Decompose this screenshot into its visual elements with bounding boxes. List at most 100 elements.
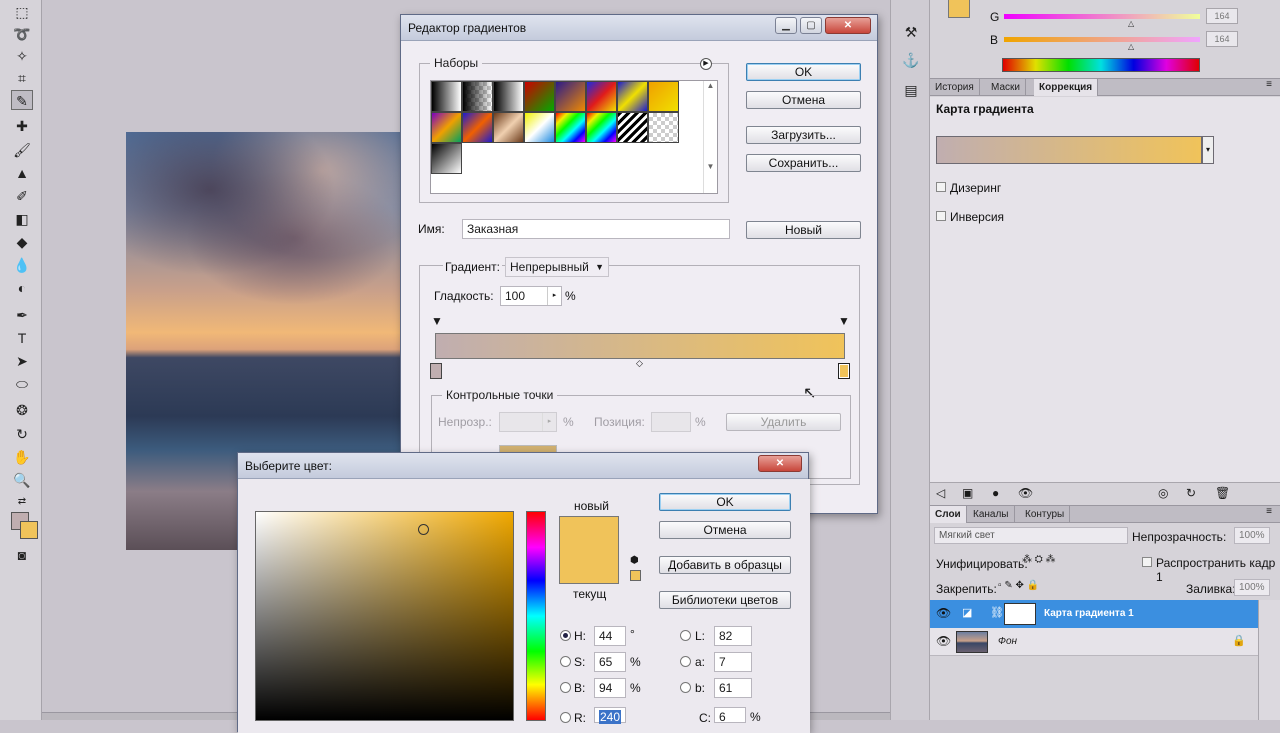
layer-mask-thumbnail[interactable] <box>1004 603 1036 625</box>
preset-swatch[interactable] <box>648 81 679 112</box>
s-input[interactable]: 65 <box>594 652 626 672</box>
radio-l[interactable] <box>680 630 691 641</box>
color-b-value[interactable]: 164 <box>1206 31 1238 47</box>
history-brush-tool-icon[interactable]: ✐ <box>11 186 33 206</box>
unify-icons[interactable]: ⁂ ⛭ ⁂ <box>1022 554 1056 565</box>
layers-scrollbar[interactable] <box>1258 600 1280 720</box>
ellipse-tool-icon[interactable]: ⬭ <box>11 374 33 394</box>
blend-mode-select[interactable]: Мягкий свет <box>934 527 1128 544</box>
ok-button[interactable]: OK <box>746 63 861 81</box>
hue-slider[interactable] <box>526 511 546 721</box>
load-button[interactable]: Загрузить... <box>746 126 861 144</box>
color-picker-circle-icon[interactable] <box>418 524 429 535</box>
color-spectrum-bar[interactable] <box>1002 58 1200 72</box>
preset-swatch[interactable] <box>524 81 555 112</box>
radio-lab-b[interactable] <box>680 682 691 693</box>
dithering-checkbox[interactable] <box>936 182 946 192</box>
name-input[interactable]: Заказная <box>462 219 730 239</box>
blur-tool-icon[interactable]: 💧 <box>11 255 33 275</box>
path-selection-tool-icon[interactable]: ➤ <box>11 351 33 371</box>
radio-a[interactable] <box>680 656 691 667</box>
preset-swatch[interactable] <box>493 112 524 143</box>
opacity-stop-right-icon[interactable]: ▼ <box>838 315 850 329</box>
tab-paths[interactable]: Контуры <box>1020 506 1071 523</box>
layer-row-gradient-map[interactable]: 👁 ◪ ⛓ Карта градиента 1 <box>930 600 1258 628</box>
layer-visibility-eye-icon[interactable]: 👁 <box>936 606 951 620</box>
visibility-eye-icon[interactable]: 👁 <box>1018 486 1033 500</box>
presets-menu-icon[interactable]: ▶ <box>700 58 712 70</box>
type-tool-icon[interactable]: T <box>11 328 33 348</box>
cube-icon[interactable]: ⬢ <box>630 555 639 566</box>
hand-tool-icon[interactable]: ✋ <box>11 447 33 467</box>
color-g-thumb-icon[interactable]: △ <box>1128 19 1134 28</box>
cancel-button[interactable]: Отмена <box>659 521 791 539</box>
close-icon[interactable]: ✕ <box>758 455 802 472</box>
color-g-track[interactable] <box>1004 14 1200 19</box>
fill-input[interactable]: 100% <box>1234 579 1270 596</box>
color-b-thumb-icon[interactable]: △ <box>1128 42 1134 51</box>
delete-adjustment-icon[interactable]: 🗑 <box>1215 486 1230 500</box>
gradient-editor-titlebar[interactable]: Редактор градиентов ▁ ▢ ✕ <box>401 15 877 41</box>
stop-position-input[interactable] <box>651 412 691 432</box>
gradient-type-select[interactable]: Непрерывный ▼ <box>505 257 609 277</box>
actions-icon[interactable]: ▤ <box>901 80 921 100</box>
preset-swatch[interactable] <box>462 81 493 112</box>
preset-swatch[interactable] <box>617 81 648 112</box>
layer-thumbnail[interactable] <box>956 631 988 653</box>
reset-icon[interactable]: ↻ <box>1186 486 1196 500</box>
preset-swatch[interactable] <box>493 81 524 112</box>
gradient-preview-bar[interactable] <box>435 333 845 359</box>
radio-b[interactable] <box>560 682 571 693</box>
new-button[interactable]: Новый <box>746 221 861 239</box>
color-libraries-button[interactable]: Библиотеки цветов <box>659 591 791 609</box>
brush-presets-icon[interactable]: ⚒ <box>901 22 921 42</box>
a-input[interactable]: 7 <box>714 652 752 672</box>
preset-swatch[interactable] <box>431 112 462 143</box>
layer-name[interactable]: Карта градиента 1 <box>1044 608 1134 619</box>
tab-layers[interactable]: Слои <box>930 506 967 523</box>
layer-name[interactable]: Фон <box>998 636 1017 647</box>
crop-tool-icon[interactable]: ⌗ <box>11 68 33 88</box>
background-color-swatch[interactable] <box>20 521 38 539</box>
radio-h[interactable] <box>560 630 571 641</box>
healing-brush-tool-icon[interactable]: ✚ <box>11 116 33 136</box>
tab-history[interactable]: История <box>930 79 980 96</box>
color-picker-titlebar[interactable]: Выберите цвет: ✕ <box>238 453 808 479</box>
layer-row-background[interactable]: 👁 Фон 🔒 <box>930 628 1258 656</box>
close-icon[interactable]: ✕ <box>825 17 871 34</box>
layer-link-icon[interactable]: ⛓ <box>990 606 1004 619</box>
preset-swatch[interactable] <box>431 81 462 112</box>
tab-masks[interactable]: Маски <box>986 79 1026 96</box>
color-g-value[interactable]: 164 <box>1206 8 1238 24</box>
panel-menu-icon[interactable]: ≡ <box>1266 79 1272 90</box>
preset-swatch[interactable] <box>462 112 493 143</box>
color-stop-left[interactable] <box>430 363 442 379</box>
current-color-swatch[interactable] <box>559 550 619 584</box>
paint-bucket-tool-icon[interactable]: ◆ <box>11 232 33 252</box>
tab-adjustments[interactable]: Коррекция <box>1034 79 1099 96</box>
layers-panel-menu-icon[interactable]: ≡ <box>1266 506 1272 517</box>
dodge-tool-icon[interactable]: ◐ <box>11 278 33 298</box>
color-b-track[interactable] <box>1004 37 1200 42</box>
lab-b-input[interactable]: 61 <box>714 678 752 698</box>
preset-swatch[interactable] <box>524 112 555 143</box>
zoom-tool-icon[interactable]: 🔍 <box>11 470 33 490</box>
back-arrow-icon[interactable]: ◁ <box>936 486 945 500</box>
layer-visibility-eye-icon[interactable]: 👁 <box>936 634 951 648</box>
color-stop-right[interactable] <box>838 363 850 379</box>
delete-stop-button[interactable]: Удалить <box>726 413 841 431</box>
reverse-checkbox[interactable] <box>936 211 946 221</box>
l-input[interactable]: 82 <box>714 626 752 646</box>
gradient-map-preview[interactable] <box>936 136 1202 164</box>
magic-wand-tool-icon[interactable]: ✧ <box>11 46 33 66</box>
c-input[interactable]: 6 <box>714 707 746 724</box>
3d-orbit-tool-icon[interactable]: ↻ <box>11 424 33 444</box>
b-input[interactable]: 94 <box>594 678 626 698</box>
expand-view-icon[interactable]: ▣ <box>962 486 973 500</box>
clip-layer-icon[interactable]: ● <box>992 486 999 500</box>
brush-tool-icon[interactable]: 🖌 <box>11 140 33 160</box>
opacity-stop-left-icon[interactable]: ▼ <box>431 315 443 329</box>
web-color-swatch[interactable] <box>630 570 641 581</box>
gradient-map-dropdown-icon[interactable]: ▾ <box>1202 136 1214 164</box>
radio-s[interactable] <box>560 656 571 667</box>
